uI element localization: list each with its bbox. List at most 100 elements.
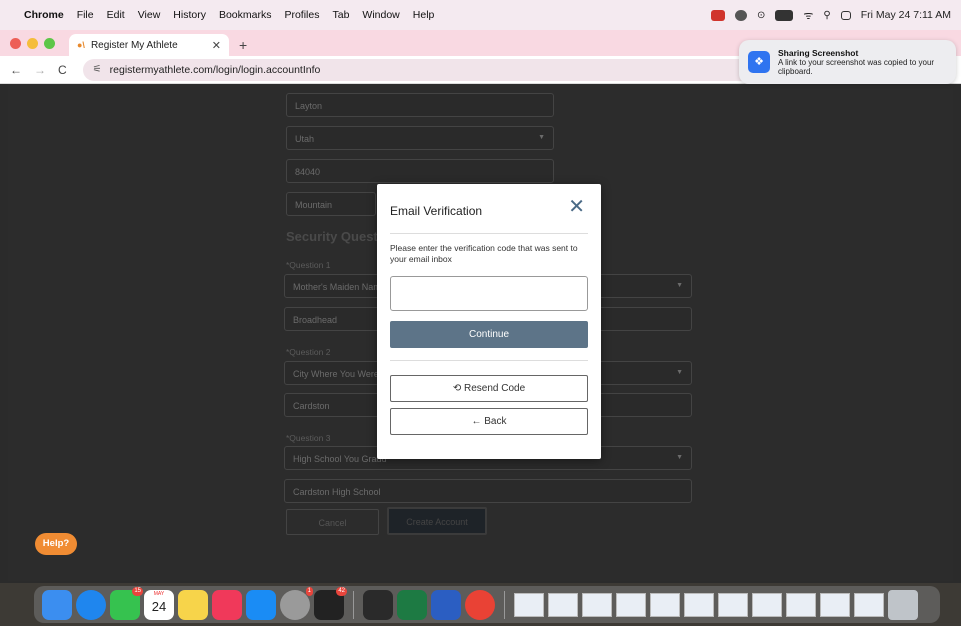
state-caret-icon: ▼ xyxy=(538,134,545,141)
maximize-window-icon[interactable] xyxy=(44,37,55,49)
zip-field[interactable]: 84040 xyxy=(286,159,554,183)
modal-description: Please enter the verification code that … xyxy=(390,243,578,264)
timezone-field[interactable]: Mountain xyxy=(286,192,376,216)
status-app-icon[interactable] xyxy=(710,9,725,21)
control-center-icon[interactable] xyxy=(840,10,851,20)
verification-code-input[interactable] xyxy=(390,276,588,311)
back-label: Back xyxy=(484,416,507,427)
screenshot-notification[interactable]: ❖ Sharing Screenshot A link to your scre… xyxy=(739,40,956,84)
messages-icon[interactable]: 15 xyxy=(110,586,143,620)
url-field[interactable]: ⚟ registermyathlete.com/login/login.acco… xyxy=(82,58,803,81)
minimize-window-icon[interactable] xyxy=(27,37,38,49)
menu-edit[interactable]: Edit xyxy=(107,9,125,21)
dropbox-icon: ❖ xyxy=(748,51,770,73)
tab-close-icon[interactable]: ✕ xyxy=(212,39,221,52)
question-1-value: Mother's Maiden Name xyxy=(293,282,386,292)
modal-close-icon[interactable]: ✕ xyxy=(568,197,585,217)
question-2-label: *Question 2 xyxy=(286,347,331,357)
wifi-icon[interactable]: ᯤ xyxy=(803,8,813,23)
answer-3-field[interactable]: Cardston High School xyxy=(284,479,692,503)
cancel-button[interactable]: Cancel xyxy=(286,509,379,535)
question-2-caret-icon: ▼ xyxy=(676,369,683,376)
reload-icon[interactable]: C xyxy=(58,63,67,77)
resend-code-label: Resend Code xyxy=(464,383,526,394)
url-text: registermyathlete.com/login/login.accoun… xyxy=(109,63,321,76)
trash-icon[interactable] xyxy=(888,589,918,620)
macos-menu-bar: Chrome File Edit View History Bookmarks … xyxy=(0,0,961,30)
macos-dock-area: 15 MAY 24 1 42 xyxy=(0,583,961,626)
app-store-icon[interactable] xyxy=(246,589,276,620)
question-1-caret-icon: ▼ xyxy=(676,282,683,289)
finder-icon[interactable] xyxy=(42,589,72,620)
modal-divider-2 xyxy=(390,360,588,361)
word-icon[interactable] xyxy=(431,589,461,620)
screenshot-thumbnail[interactable] xyxy=(718,592,748,617)
menu-tab[interactable]: Tab xyxy=(332,9,349,21)
screenshot-thumbnail[interactable] xyxy=(650,592,680,617)
modal-title: Email Verification xyxy=(390,204,483,218)
continue-button[interactable]: Continue xyxy=(390,321,588,348)
menu-app-name[interactable]: Chrome xyxy=(24,9,64,21)
screenshot-thumbnail[interactable] xyxy=(582,592,612,617)
system-settings-icon[interactable]: 1 xyxy=(280,586,313,620)
resend-code-button[interactable]: ⟲ Resend Code xyxy=(390,375,588,402)
back-button[interactable]: ← Back xyxy=(390,408,588,435)
excel-icon[interactable] xyxy=(397,589,427,620)
menu-history[interactable]: History xyxy=(173,9,206,21)
calendar-month: MAY xyxy=(153,590,165,597)
settings-badge: 1 xyxy=(305,586,313,596)
screenshot-thumbnail[interactable] xyxy=(786,592,816,617)
status-chrome-icon[interactable] xyxy=(734,9,747,21)
screenshot-thumbnail[interactable] xyxy=(820,592,850,617)
state-select[interactable]: Utah ▼ xyxy=(286,126,554,150)
help-button[interactable]: Help? xyxy=(35,533,77,555)
question-3-label: *Question 3 xyxy=(286,433,331,443)
screenshot-thumbnail[interactable] xyxy=(752,592,782,617)
email-verification-modal: Email Verification ✕ Please enter the ve… xyxy=(377,184,601,459)
left-arrow-icon: ← xyxy=(471,416,485,427)
chrome-icon[interactable] xyxy=(465,589,495,620)
menu-window[interactable]: Window xyxy=(362,9,399,21)
screenshot-thumbnail[interactable] xyxy=(684,592,714,617)
calendar-icon[interactable]: MAY 24 xyxy=(144,589,174,620)
calendar-day: 24 xyxy=(151,598,167,614)
notification-title: Sharing Screenshot xyxy=(778,48,859,58)
menu-help[interactable]: Help xyxy=(413,9,435,21)
screenshot-thumbnail[interactable] xyxy=(548,592,578,617)
menu-file[interactable]: File xyxy=(77,9,94,21)
music-icon[interactable] xyxy=(212,589,242,620)
tab-title: Register My Athlete xyxy=(90,39,178,51)
search-icon[interactable]: ⚲ xyxy=(823,10,830,21)
create-account-button[interactable]: Create Account xyxy=(387,507,487,535)
dock: 15 MAY 24 1 42 xyxy=(34,586,940,623)
forward-arrow-icon[interactable]: → xyxy=(34,63,46,77)
close-window-icon[interactable] xyxy=(10,37,21,49)
modal-divider xyxy=(390,233,588,234)
menu-clock[interactable]: Fri May 24 7:11 AM xyxy=(861,9,951,21)
notes-icon[interactable] xyxy=(178,589,208,620)
clipboard-app-icon[interactable] xyxy=(363,589,393,620)
back-arrow-icon[interactable]: ← xyxy=(10,63,22,77)
window-controls xyxy=(10,30,55,56)
site-settings-icon[interactable]: ⚟ xyxy=(93,64,102,75)
notification-body: A link to your screenshot was copied to … xyxy=(778,58,935,76)
browser-tab[interactable]: ●\ Register My Athlete ✕ xyxy=(69,34,229,56)
city-field[interactable]: Layton xyxy=(286,93,554,117)
question-1-label: *Question 1 xyxy=(286,260,331,270)
question-3-value: High School You Gradu xyxy=(293,454,387,464)
screenshot-thumbnail[interactable] xyxy=(854,592,884,617)
state-value: Utah xyxy=(295,134,315,144)
dock-separator xyxy=(353,590,354,619)
safari-icon[interactable] xyxy=(76,589,106,620)
app-icon[interactable]: 42 xyxy=(314,586,347,620)
question-3-caret-icon: ▼ xyxy=(676,454,683,461)
refresh-icon: ⟲ xyxy=(452,383,464,394)
menu-profiles[interactable]: Profiles xyxy=(284,9,319,21)
battery-icon[interactable] xyxy=(775,9,794,21)
new-tab-icon[interactable]: + xyxy=(239,34,247,56)
menu-view[interactable]: View xyxy=(138,9,161,21)
document-thumbnail[interactable] xyxy=(514,592,544,617)
play-icon[interactable]: ⊙ xyxy=(757,10,765,21)
menu-bookmarks[interactable]: Bookmarks xyxy=(219,9,272,21)
screenshot-thumbnail[interactable] xyxy=(616,592,646,617)
